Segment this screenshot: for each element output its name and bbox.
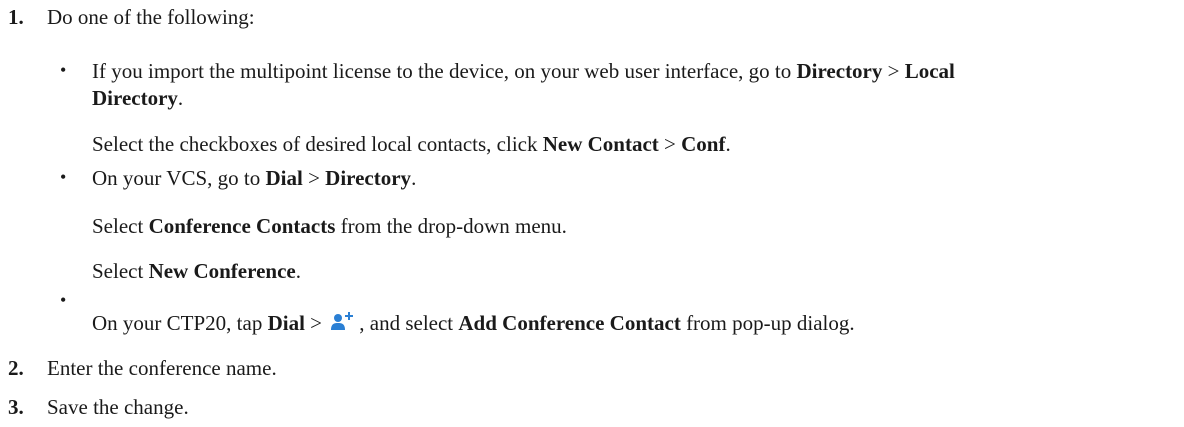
bullet-2-sub-2: Select New Conference. [92,259,301,283]
bullet-2-line: On your VCS, go to Dial > Directory. [92,166,417,190]
step-text: Do one of the following: [47,5,255,29]
procedure-page: 1. Do one of the following: • If you imp… [0,0,1184,427]
bullet-marker: • [60,167,67,187]
bullet-3-line: On your CTP20, tap Dial > , and select A… [92,310,855,339]
step-text: Save the change. [47,395,189,419]
step-number: 2. [8,356,24,380]
bullet-1-line-2: Directory. [92,86,184,110]
step-text: Enter the conference name. [47,356,277,380]
bullet-1-subtext: Select the checkboxes of desired local c… [92,132,731,156]
bullet-marker: • [60,290,67,310]
step-number: 1. [8,5,24,29]
bullet-marker: • [60,60,67,80]
bullet-2-sub-1: Select Conference Contacts from the drop… [92,214,567,238]
bullet-1-line-1: If you import the multipoint license to … [92,59,955,83]
add-contact-icon [331,312,354,339]
step-number: 3. [8,395,24,419]
